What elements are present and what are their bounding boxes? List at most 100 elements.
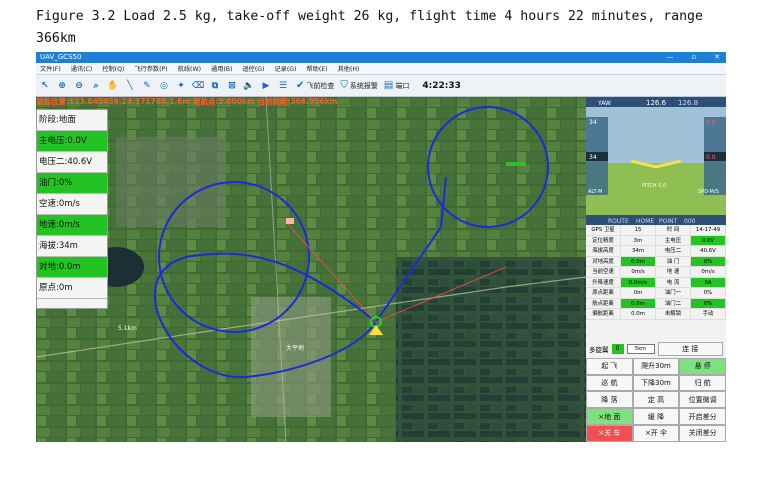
command-button[interactable]: 爬升30m (632, 357, 680, 375)
search-icon[interactable]: ⌕ (89, 79, 103, 93)
menu-other[interactable]: 其他(H) (338, 64, 360, 73)
telemetry-row: 升降速度 0.0m/s 电 流 0A (586, 277, 726, 288)
telemetry-row: 对地高度 0.0m 油 门 0% (586, 256, 726, 267)
minimize-button[interactable]: — (666, 52, 673, 63)
menu-comm[interactable]: 通讯(C) (71, 64, 93, 73)
telemetry-value: 0m/s (691, 267, 726, 278)
hud-tab-point[interactable]: POINT (659, 218, 678, 225)
preflight-label: 飞前检查 (306, 81, 335, 90)
command-button[interactable]: ×地 面 (586, 408, 633, 425)
preflight-check-button[interactable]: ✔ 飞前检查 (296, 80, 334, 91)
command-button[interactable]: 悬 停 (679, 357, 726, 375)
telemetry-label: 时 间 (656, 225, 691, 236)
command-button[interactable]: 开启差分 (679, 408, 726, 425)
telemetry-label: 航点距离 (586, 298, 621, 309)
village (116, 137, 226, 227)
status-airspeed: 空速:0m/s (37, 194, 107, 215)
speaker-icon[interactable]: 🔈 (242, 79, 256, 93)
command-button[interactable]: 位置微调 (679, 391, 726, 409)
mouse-position-readout: 鼠标位置:113.845439,23.171788,1.6m 距航点:2.000… (36, 97, 338, 106)
list-icon[interactable]: ☰ (276, 79, 290, 93)
command-button[interactable]: 定 高 (632, 391, 680, 409)
waypoint-marker[interactable] (286, 218, 294, 224)
hud-right-top: 0.0 (706, 119, 716, 126)
menu-file[interactable]: 文件(F) (40, 64, 61, 73)
hud-yaw-label: YAW (597, 100, 611, 107)
satellite-map[interactable]: 大平地 5.1km (36, 97, 586, 442)
telemetry-label: 对地高度 (586, 256, 621, 267)
next-icon[interactable]: ▶ (259, 79, 273, 93)
port-button[interactable]: ▤ 端口 (384, 80, 409, 91)
route-tool-icon[interactable]: ✎ (140, 79, 154, 93)
telemetry-label: 偏航距离 (586, 309, 621, 320)
line-tool-icon[interactable]: ╲ (123, 79, 137, 93)
pointer-icon[interactable]: ↖ (38, 79, 52, 93)
menu-flight-params[interactable]: 飞行参数(P) (134, 64, 167, 73)
telemetry-value: 0A (691, 277, 726, 288)
telemetry-value: 0.0m (621, 256, 656, 267)
port-icon: ▤ (383, 80, 394, 91)
zoom-out-icon[interactable]: ⊖ (72, 79, 86, 93)
system-alarm-button[interactable]: ⛉ 系统报警 (340, 80, 378, 91)
figure-caption: Figure 3.2 Load 2.5 kg, take-off weight … (36, 6, 736, 50)
attitude-indicator: YAW 126.6 126.8 34 34 0.0 0.0 ALT·M SPD·… (586, 97, 726, 225)
zoom-in-icon[interactable]: ⊕ (55, 79, 69, 93)
command-button[interactable]: 巡 航 (586, 374, 633, 392)
command-button[interactable]: 降 落 (586, 391, 633, 409)
map-canvas[interactable]: 大平地 5.1km (36, 97, 586, 442)
command-button[interactable]: 归 航 (679, 374, 726, 392)
menu-help[interactable]: 帮助(E) (306, 64, 327, 73)
eraser-icon[interactable]: ⌫ (191, 79, 205, 93)
caption-line-1: Figure 3.2 Load 2.5 kg, take-off weight … (36, 9, 703, 24)
menu-route[interactable]: 航线(W) (178, 64, 201, 73)
hud-pitch: PITCH 0.0 (642, 183, 666, 189)
edit-route-icon[interactable]: ⧉ (208, 79, 222, 93)
status-altitude: 海拔:34m (37, 236, 107, 257)
command-buttons: 起 飞爬升30m 悬 停巡 航下降30m 归 航降 落定 高位置微调 ×地 面缓 降开… (586, 357, 726, 442)
hud-tab-home[interactable]: HOME (636, 218, 654, 225)
multirotor-count: 0 (611, 344, 624, 355)
pan-hand-icon[interactable]: ✋ (106, 79, 120, 93)
hud-left-mid: 34 (589, 154, 597, 161)
gcs-window: UAV_GCS50 — ▫ ✕ 文件(F) 通讯(C) 控制(Q) 飞行参数(P… (36, 52, 726, 442)
telemetry-value: 0m (621, 288, 656, 299)
telemetry-value: 0.0m/s (621, 277, 656, 288)
telemetry-value: 0m/s (621, 267, 656, 278)
menu-record[interactable]: 记录(G) (274, 64, 296, 73)
connect-button[interactable]: 连 接 (657, 342, 723, 357)
menu-remote[interactable]: 遥控(G) (242, 64, 264, 73)
range-select[interactable]: 5km (626, 344, 655, 355)
close-button[interactable]: ✕ (714, 52, 720, 63)
command-button[interactable]: 关闭差分 (679, 424, 726, 442)
command-button[interactable]: ×开 伞 (632, 424, 680, 442)
telemetry-label: 原点距离 (586, 288, 621, 299)
waypoint-icon[interactable]: ✦ (174, 79, 188, 93)
command-button[interactable]: ×关 车 (586, 424, 633, 442)
telemetry-row: 定位精度 3m 主电压 0.0V (586, 235, 726, 246)
multirotor-label: 多旋翼 (589, 346, 609, 355)
flight-time: 4:22:33 (422, 80, 461, 91)
caption-line-2: 366km (36, 31, 76, 46)
hud-tab-route[interactable]: ROUTE (608, 218, 629, 225)
menu-control[interactable]: 控制(Q) (102, 64, 124, 73)
hud-right-mid: 0.0 (706, 154, 716, 161)
telemetry-value: 0% (691, 256, 726, 267)
command-button[interactable]: 缓 降 (632, 408, 680, 425)
hud-left-top: 34 (589, 119, 597, 126)
telemetry-value: 34m (621, 246, 656, 257)
telemetry-label: 油门一 (656, 288, 691, 299)
maximize-button[interactable]: ▫ (691, 52, 696, 63)
command-button[interactable]: 下降30m (632, 374, 680, 392)
alarm-label: 系统报警 (349, 81, 378, 90)
checkmark-icon: ✔ (296, 80, 305, 91)
status-throttle: 油门:0% (37, 173, 107, 194)
hud-speed-label: SPD·M/S (698, 189, 719, 195)
port-label: 端口 (395, 81, 410, 90)
telemetry-row: 海拔高度 34m 电压二 40.6V (586, 246, 726, 257)
command-button[interactable]: 起 飞 (586, 357, 633, 375)
command-panel: 多旋翼 0 5km 连 接 起 飞爬升30m 悬 停巡 航下降30m 归 航降 落定… (586, 341, 726, 442)
menu-general[interactable]: 通用(B) (211, 64, 232, 73)
map-label-home: 大平地 (286, 344, 304, 352)
target-icon[interactable]: ◎ (157, 79, 171, 93)
cross-icon[interactable]: ⊠ (225, 79, 239, 93)
